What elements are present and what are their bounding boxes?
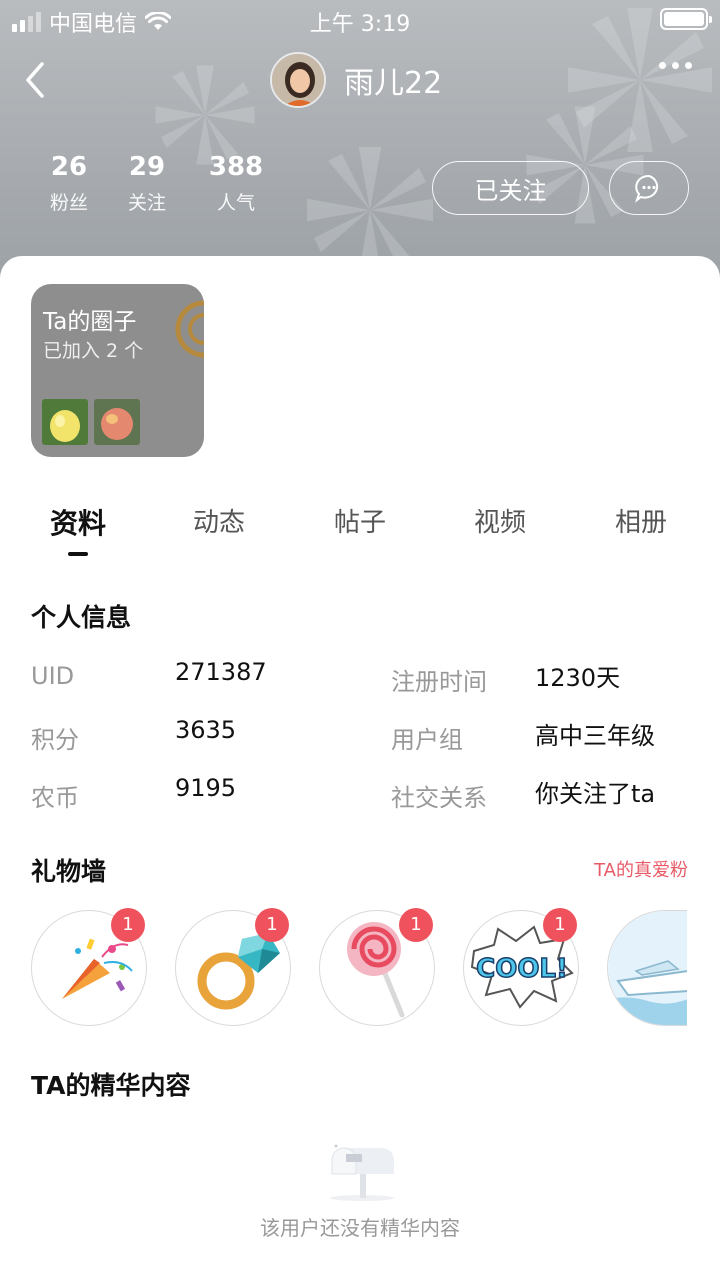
nav-user[interactable]: 雨儿22: [270, 52, 442, 108]
stat-fans[interactable]: 26 粉丝: [30, 152, 108, 215]
info-value-coins: 9195: [175, 774, 237, 802]
true-fans-link[interactable]: TA的真爱粉: [594, 856, 688, 882]
avatar[interactable]: [270, 52, 326, 108]
username: 雨儿22: [344, 66, 443, 101]
status-bar: 中国电信 上午 3:19: [0, 0, 720, 40]
stat-value: 388: [208, 152, 264, 182]
battery-icon: [660, 8, 712, 30]
tab-videos[interactable]: 视频: [440, 502, 560, 539]
section-title-featured: TA的精华内容: [31, 1071, 191, 1100]
stat-popularity: 388 人气: [186, 152, 286, 215]
section-title-gifts: 礼物墙: [31, 857, 107, 886]
gift-count-badge: 1: [543, 908, 577, 942]
stat-value: 29: [128, 152, 166, 182]
profile-header-background: [0, 0, 720, 300]
gift-count-badge: 1: [399, 908, 433, 942]
pomelo-icon: [42, 399, 88, 445]
gift-item[interactable]: [607, 910, 687, 1026]
gift-count-badge: 1: [111, 908, 145, 942]
info-label-points: 积分: [31, 726, 79, 754]
yacht-icon: [608, 911, 687, 1025]
info-value-points: 3635: [175, 716, 237, 744]
status-time: 上午 3:19: [309, 12, 411, 37]
info-value-user-group: 高中三年级: [535, 722, 655, 750]
circle-thumb-peach[interactable]: [94, 399, 140, 445]
chat-icon: [635, 174, 659, 203]
info-value-register-time: 1230天: [535, 664, 621, 692]
stat-label: 关注: [127, 192, 166, 214]
peach-icon: [94, 399, 140, 445]
empty-mailbox-icon: [330, 1144, 394, 1201]
info-label-register-time: 注册时间: [391, 668, 487, 696]
info-value-uid: 271387: [175, 658, 267, 686]
info-label-relation: 社交关系: [391, 784, 487, 812]
stat-label: 人气: [216, 192, 255, 214]
circle-thumb-pomelo[interactable]: [42, 399, 88, 445]
profile-card: Ta的圈子 已加入 2 个 资料 动态 帖子 视频 相册 个人信息 UID 27…: [0, 256, 720, 1280]
info-label-coins: 农币: [31, 784, 79, 812]
message-button[interactable]: [609, 161, 689, 215]
stat-following[interactable]: 29 关注: [108, 152, 186, 215]
tab-activity[interactable]: 动态: [159, 502, 279, 539]
svg-text:COOL!: COOL!: [476, 954, 568, 984]
back-icon[interactable]: [18, 58, 52, 102]
user-stats: 26 粉丝 29 关注 388 人气: [30, 152, 286, 215]
avatar-image: [272, 54, 324, 106]
stat-value: 26: [50, 152, 88, 182]
tab-posts[interactable]: 帖子: [300, 502, 420, 539]
profile-tabs: 资料 动态 帖子 视频 相册: [0, 502, 720, 562]
circle-ring-icon: [175, 300, 204, 358]
circle-subtitle: 已加入 2 个: [43, 340, 144, 362]
more-icon[interactable]: [659, 62, 692, 69]
circle-title: Ta的圈子: [43, 309, 137, 335]
stat-label: 粉丝: [49, 192, 88, 214]
info-value-relation: 你关注了ta: [535, 780, 656, 808]
tab-profile[interactable]: 资料: [18, 502, 138, 542]
circle-card[interactable]: Ta的圈子 已加入 2 个: [31, 284, 204, 457]
info-label-user-group: 用户组: [391, 726, 463, 754]
empty-featured-text: 该用户还没有精华内容: [260, 1216, 460, 1240]
tab-active-indicator: [68, 552, 88, 556]
gift-count-badge: 1: [255, 908, 289, 942]
info-label-uid: UID: [31, 662, 75, 690]
tab-album[interactable]: 相册: [581, 502, 701, 539]
follow-button[interactable]: 已关注: [432, 161, 589, 215]
section-title-profile: 个人信息: [31, 603, 132, 632]
